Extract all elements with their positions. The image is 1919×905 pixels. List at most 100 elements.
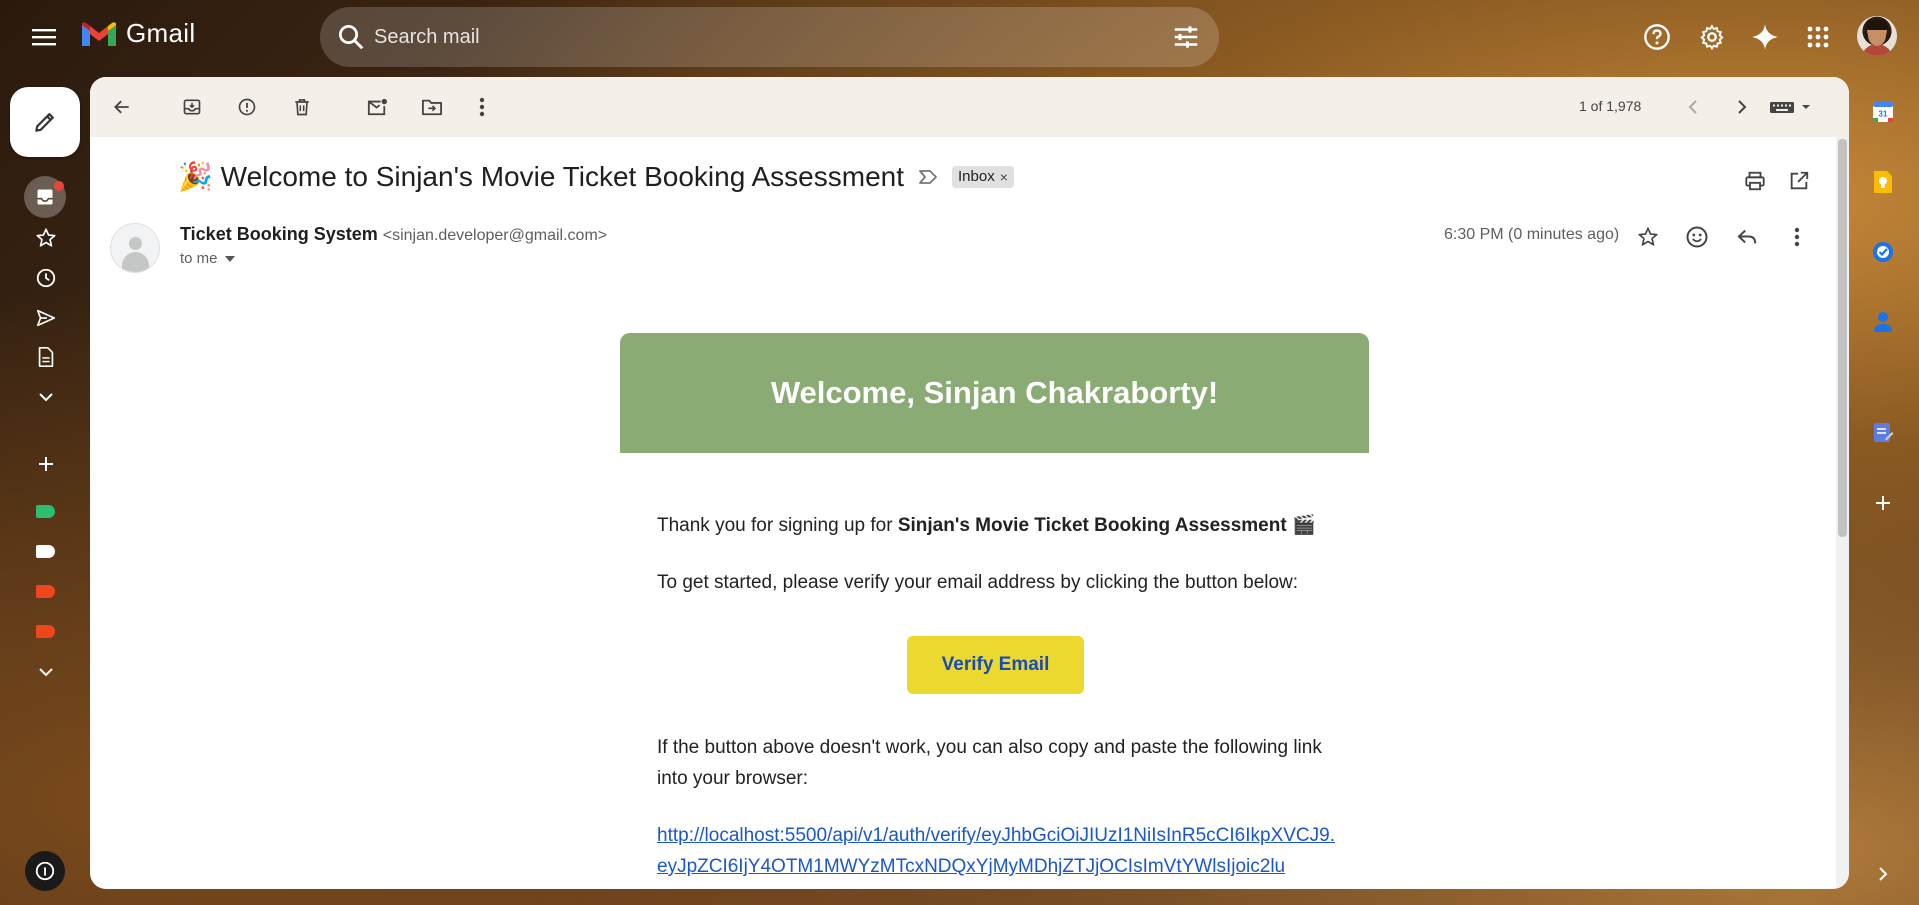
- label-tag-red-1[interactable]: [36, 585, 55, 598]
- create-label-button[interactable]: [26, 448, 66, 480]
- contacts-icon: [1874, 312, 1892, 332]
- instruction-paragraph: To get started, please verify your email…: [657, 572, 1299, 593]
- google-apps-button[interactable]: [1800, 19, 1836, 55]
- apps-grid-icon: [1807, 26, 1829, 48]
- chevron-down-icon: [39, 668, 53, 677]
- support-shortcut-button[interactable]: [25, 851, 65, 891]
- input-tools-button[interactable]: [1762, 91, 1822, 123]
- open-new-window-button[interactable]: [1784, 166, 1814, 196]
- importance-arrow-icon: [919, 169, 937, 184]
- chevron-right-icon: [1738, 100, 1747, 114]
- more-actions-button[interactable]: [466, 91, 498, 123]
- caret-down-icon: [224, 255, 235, 262]
- labels-more[interactable]: [26, 656, 66, 688]
- search-bar: [320, 7, 1219, 67]
- older-button[interactable]: [1726, 91, 1758, 123]
- main-menu-button[interactable]: [24, 20, 64, 54]
- gmail-m-icon: [82, 21, 116, 46]
- message-toolbar: 1 of 1,978: [90, 77, 1849, 137]
- message-timestamp: 6:30 PM (0 minutes ago): [1444, 226, 1620, 243]
- mark-unread-icon: [367, 98, 387, 116]
- hamburger-icon: [32, 29, 56, 46]
- more-vertical-icon: [479, 97, 485, 117]
- fallback-line-1: If the button above doesn't work, you ca…: [657, 737, 1322, 758]
- nav-starred[interactable]: [26, 222, 66, 254]
- side-calendar-button[interactable]: 31: [1866, 95, 1900, 129]
- side-get-addons-button[interactable]: [1866, 486, 1900, 520]
- nav-more[interactable]: [26, 381, 66, 413]
- subject-row: 🎉 Welcome to Sinjan's Movie Ticket Booki…: [178, 160, 1014, 193]
- print-all-button[interactable]: [1740, 166, 1770, 196]
- avatar-shoulders-shape: [122, 252, 149, 272]
- message-pager: 1 of 1,978: [1579, 98, 1642, 114]
- trash-icon: [295, 99, 309, 116]
- star-outline-icon: [1638, 227, 1658, 246]
- remove-label-button[interactable]: ×: [1000, 169, 1008, 185]
- side-notes-button[interactable]: [1866, 415, 1900, 449]
- side-contacts-button[interactable]: [1866, 305, 1900, 339]
- mark-unread-button[interactable]: [361, 91, 393, 123]
- nav-sent[interactable]: [26, 302, 66, 334]
- settings-button[interactable]: [1694, 19, 1730, 55]
- message-scrollbar[interactable]: [1836, 137, 1849, 889]
- reply-button[interactable]: [1730, 220, 1764, 254]
- star-icon: [36, 228, 56, 247]
- printer-icon: [1745, 171, 1765, 191]
- inbox-label-text: Inbox: [958, 168, 995, 185]
- search-input[interactable]: [374, 17, 1134, 57]
- scrollbar-thumb[interactable]: [1838, 139, 1847, 537]
- nav-drafts[interactable]: [26, 341, 66, 373]
- delete-button[interactable]: [286, 91, 318, 123]
- add-reaction-button[interactable]: [1680, 220, 1714, 254]
- archive-button[interactable]: [176, 91, 208, 123]
- arrow-left-icon: [114, 100, 129, 114]
- unread-indicator: [54, 181, 64, 191]
- move-to-button[interactable]: [416, 91, 448, 123]
- gmail-logo[interactable]: Gmail: [80, 18, 195, 49]
- message-more-button[interactable]: [1780, 220, 1814, 254]
- recipient-label: to me: [180, 250, 218, 267]
- thanks-prefix: Thank you for signing up for: [657, 515, 898, 536]
- back-button[interactable]: [106, 91, 138, 123]
- importance-marker[interactable]: [918, 167, 940, 187]
- more-vertical-icon: [1794, 227, 1800, 247]
- verify-email-button[interactable]: Verify Email: [907, 636, 1084, 694]
- verification-link[interactable]: http://localhost:5500/api/v1/auth/verify…: [657, 820, 1357, 882]
- show-side-panel-button[interactable]: [1866, 857, 1900, 891]
- nav-snoozed[interactable]: [26, 262, 66, 294]
- side-tasks-button[interactable]: [1866, 235, 1900, 269]
- pencil-icon: [35, 113, 54, 132]
- sender-name[interactable]: Ticket Booking System: [180, 224, 378, 244]
- search-icon[interactable]: [336, 22, 366, 52]
- top-bar: Gmail: [0, 0, 1919, 74]
- account-avatar[interactable]: [1857, 16, 1897, 56]
- recipient-details-toggle[interactable]: to me: [180, 250, 236, 267]
- label-tag-green[interactable]: [36, 505, 55, 518]
- side-keep-button[interactable]: [1866, 165, 1900, 199]
- inbox-icon: [37, 189, 53, 205]
- support-button[interactable]: [1639, 19, 1675, 55]
- report-spam-button[interactable]: [231, 91, 263, 123]
- draft-icon: [38, 347, 54, 367]
- clapper-emoji: 🎬: [1291, 515, 1316, 536]
- search-options-icon[interactable]: [1171, 22, 1201, 52]
- star-button[interactable]: [1631, 220, 1665, 254]
- banner-heading: Welcome, Sinjan Chakraborty!: [770, 375, 1219, 410]
- emoji-icon: [1686, 226, 1708, 248]
- folder-move-icon: [421, 99, 442, 116]
- thanks-paragraph: Thank you for signing up for Sinjan's Mo…: [657, 510, 1316, 541]
- welcome-banner: Welcome, Sinjan Chakraborty!: [620, 333, 1369, 453]
- gemini-button[interactable]: [1747, 19, 1783, 55]
- label-tag-white[interactable]: [36, 545, 55, 558]
- clock-icon: [36, 268, 56, 288]
- compose-button[interactable]: [10, 87, 80, 157]
- sender-email[interactable]: <sinjan.developer@gmail.com>: [383, 227, 607, 244]
- label-tag-red-2[interactable]: [36, 625, 55, 638]
- sender-avatar[interactable]: [110, 223, 160, 273]
- keep-icon: [1874, 171, 1892, 193]
- link-line-1: http://localhost:5500/api/v1/auth/verify…: [657, 825, 1335, 846]
- inbox-label-chip: Inbox ×: [952, 165, 1014, 188]
- newer-button[interactable]: [1677, 91, 1709, 123]
- keyboard-icon: [1770, 102, 1810, 113]
- send-icon: [36, 309, 56, 327]
